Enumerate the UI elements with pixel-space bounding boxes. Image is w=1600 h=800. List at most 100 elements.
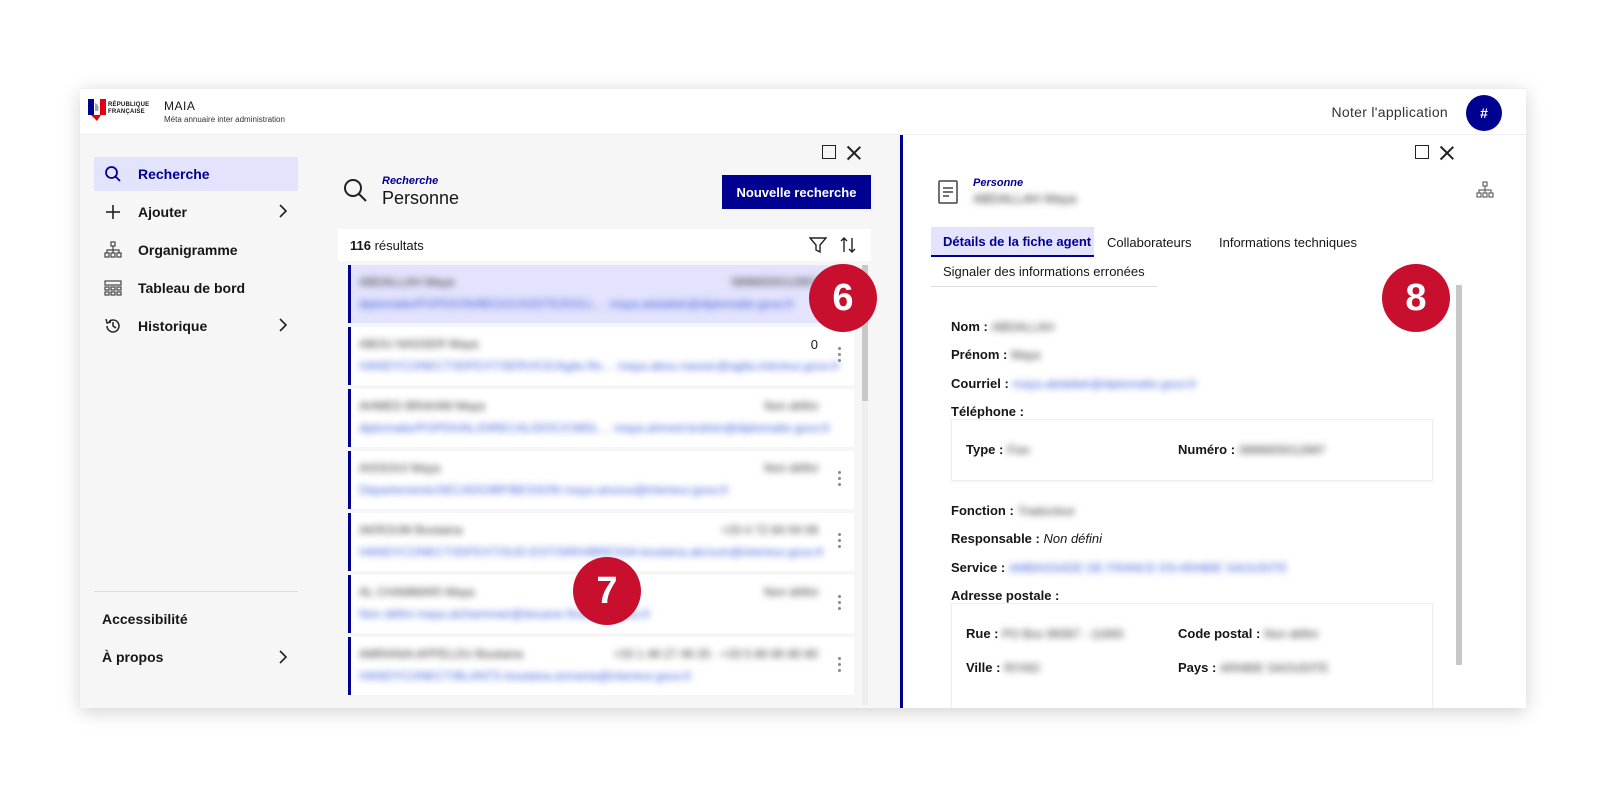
field-pays: Pays : ARABIE SAOUDITE [1178,660,1329,675]
detail-scrollbar[interactable] [1456,285,1462,665]
result-line: diplomatie/POPDIVAL/DIRECALIDOC/CMDL… ma… [359,421,831,435]
list-item[interactable]: ABOU NASSER Maya 0 HANDYCONECT/IDFEXT/SE… [348,327,854,385]
more-options-icon[interactable] [838,657,842,675]
tab-signaler-informations[interactable]: Signaler des informations erronées [931,257,1157,287]
sidebar-divider [94,591,298,592]
list-item[interactable]: AHMED BRAHIM Maya Non défini diplomatie/… [348,389,854,447]
field-fonction: Fonction : Traducteur [951,503,1075,518]
field-label: Courriel : [951,376,1009,391]
chevron-right-icon [278,203,288,222]
field-label: Nom : [951,319,988,334]
result-name: ABDALLAH Maya [359,275,455,289]
search-overline: Recherche [382,175,439,187]
field-adresse-postale: Adresse postale : [951,588,1060,603]
more-options-icon[interactable] [838,595,842,613]
sidebar-link-a-propos[interactable]: À propos [102,649,298,665]
results-list: ABDALLAH Maya 0896655012897 diplomatie/P… [338,263,871,708]
field-label: Prénom : [951,347,1008,362]
chevron-right-icon [278,649,288,668]
rate-app-link[interactable]: Noter l'application [1331,104,1448,120]
result-phone: +33 4 72 84 04 08 [720,523,818,537]
app-window: RÉPUBLIQUE FRANÇAISE MAIA Méta annuaire … [80,88,1526,708]
result-name: AMRANIA APPELOU Boutaina [359,647,524,661]
more-options-icon[interactable] [838,347,842,365]
field-value: Non défini [1263,627,1319,641]
brand: MAIA Méta annuaire inter administration [164,99,285,124]
person-overline: Personne [973,177,1024,189]
callout-badge-8: 8 [1382,264,1450,332]
tab-collaborateurs[interactable]: Collaborateurs [1107,227,1192,257]
field-label: Pays : [1178,660,1217,675]
field-label: Service : [951,560,1006,575]
filter-icon[interactable] [808,236,828,259]
result-line: Départements/SECADO/BP/BESSON maya.aisso… [359,483,729,497]
result-line: diplomatie/POPDIVIN/BEGOUS/DITE/DOLL… ma… [359,297,794,311]
field-code-postal: Code postal : Non défini [1178,626,1318,641]
sidebar-item-label: Ajouter [138,204,187,220]
search-icon [344,179,367,202]
service-link[interactable]: AMBASSADE DE FRANCE EN ARABIE SAOUDITE [1009,561,1288,575]
tab-informations-techniques[interactable]: Informations techniques [1219,227,1357,257]
field-nom: Nom : ABDALLAH [951,319,1054,334]
results-scrollbar[interactable] [862,265,868,705]
sidebar-item-label: Tableau de bord [138,280,246,296]
more-options-icon[interactable] [838,533,842,551]
sidebar-item-tableau-de-bord[interactable]: Tableau de bord [94,271,298,305]
maximize-icon[interactable] [1415,145,1429,159]
sidebar-item-ajouter[interactable]: Ajouter [94,195,298,229]
field-label: Fonction : [951,503,1014,518]
close-icon[interactable] [846,145,862,161]
republique-francaise-logo[interactable]: RÉPUBLIQUE FRANÇAISE [88,99,150,125]
field-telephone: Téléphone : [951,404,1024,419]
email-link[interactable]: maya.abdallah@diplomatie.gouv.fr [1012,377,1196,391]
list-item[interactable]: ABDALLAH Maya 0896655012897 diplomatie/P… [348,265,854,323]
field-type: Type : Fixe [966,442,1030,457]
field-value: 0896655012897 [1238,443,1326,457]
sidebar-item-organigramme[interactable]: Organigramme [94,233,298,267]
list-item[interactable]: AMRANIA APPELOU Boutaina +33 1 49 27 49 … [348,637,854,695]
result-line: HANDYCONECT/IDFEXT/SUD-EST/SIRH/BRESSA b… [359,545,824,559]
results-toolbar: 116 résultats [338,229,871,261]
field-label: Ville : [966,660,1001,675]
sidebar-item-historique[interactable]: Historique [94,309,298,343]
sidebar-item-recherche[interactable]: Recherche [94,157,298,191]
sidebar-item-label: Historique [138,318,208,334]
close-icon[interactable] [1439,145,1455,161]
person-detail-panel: Personne ABDALLAH Maya Détails de la fic… [903,135,1526,708]
result-phone: Non défini [763,399,818,413]
new-search-button[interactable]: Nouvelle recherche [722,175,871,209]
field-label: Type : [966,442,1004,457]
org-chart-icon[interactable] [1476,181,1494,204]
dashboard-icon [102,277,124,299]
callout-badge-7: 7 [573,557,641,625]
maximize-icon[interactable] [822,145,836,159]
field-value: Maya [1010,348,1041,362]
search-icon [102,163,124,185]
marianne-flag-icon [88,99,106,121]
document-icon [938,180,958,204]
results-label: résultats [370,238,424,253]
field-value: Traducteur [1017,504,1076,518]
panel-controls [822,145,862,161]
field-label: Rue : [966,626,999,641]
field-label: Numéro : [1178,442,1236,457]
field-value: ARABIE SAOUDITE [1219,661,1329,675]
sidebar: Recherche Ajouter Organigramme Tableau d… [80,135,312,708]
result-phone: 0896655012897 [731,275,818,289]
sidebar-link-accessibilite[interactable]: Accessibilité [102,611,298,627]
avatar[interactable]: # [1466,95,1502,131]
field-value: Non défini [1043,531,1103,546]
address-box: Rue : PO Box 99367 - 11693 Code postal :… [951,603,1433,708]
result-phone: Non défini [763,461,818,475]
sidebar-item-label: Recherche [138,166,210,182]
result-phone: 0 [810,337,818,352]
tab-details-fiche-agent[interactable]: Détails de la fiche agent [931,227,1094,257]
sort-icon[interactable] [839,236,857,259]
field-responsable: Responsable : Non défini [951,531,1102,546]
list-item[interactable]: AISSOUI Maya Non défini Départements/SEC… [348,451,854,509]
field-value: PO Box 99367 - 11693 [1002,627,1124,641]
more-options-icon[interactable] [838,471,842,489]
search-title: Personne [382,188,460,208]
result-line: HANDYCONECT/IDFEXT/SERVICE/Agila Re… may… [359,359,840,373]
result-name: ABOU NASSER Maya [359,337,479,351]
